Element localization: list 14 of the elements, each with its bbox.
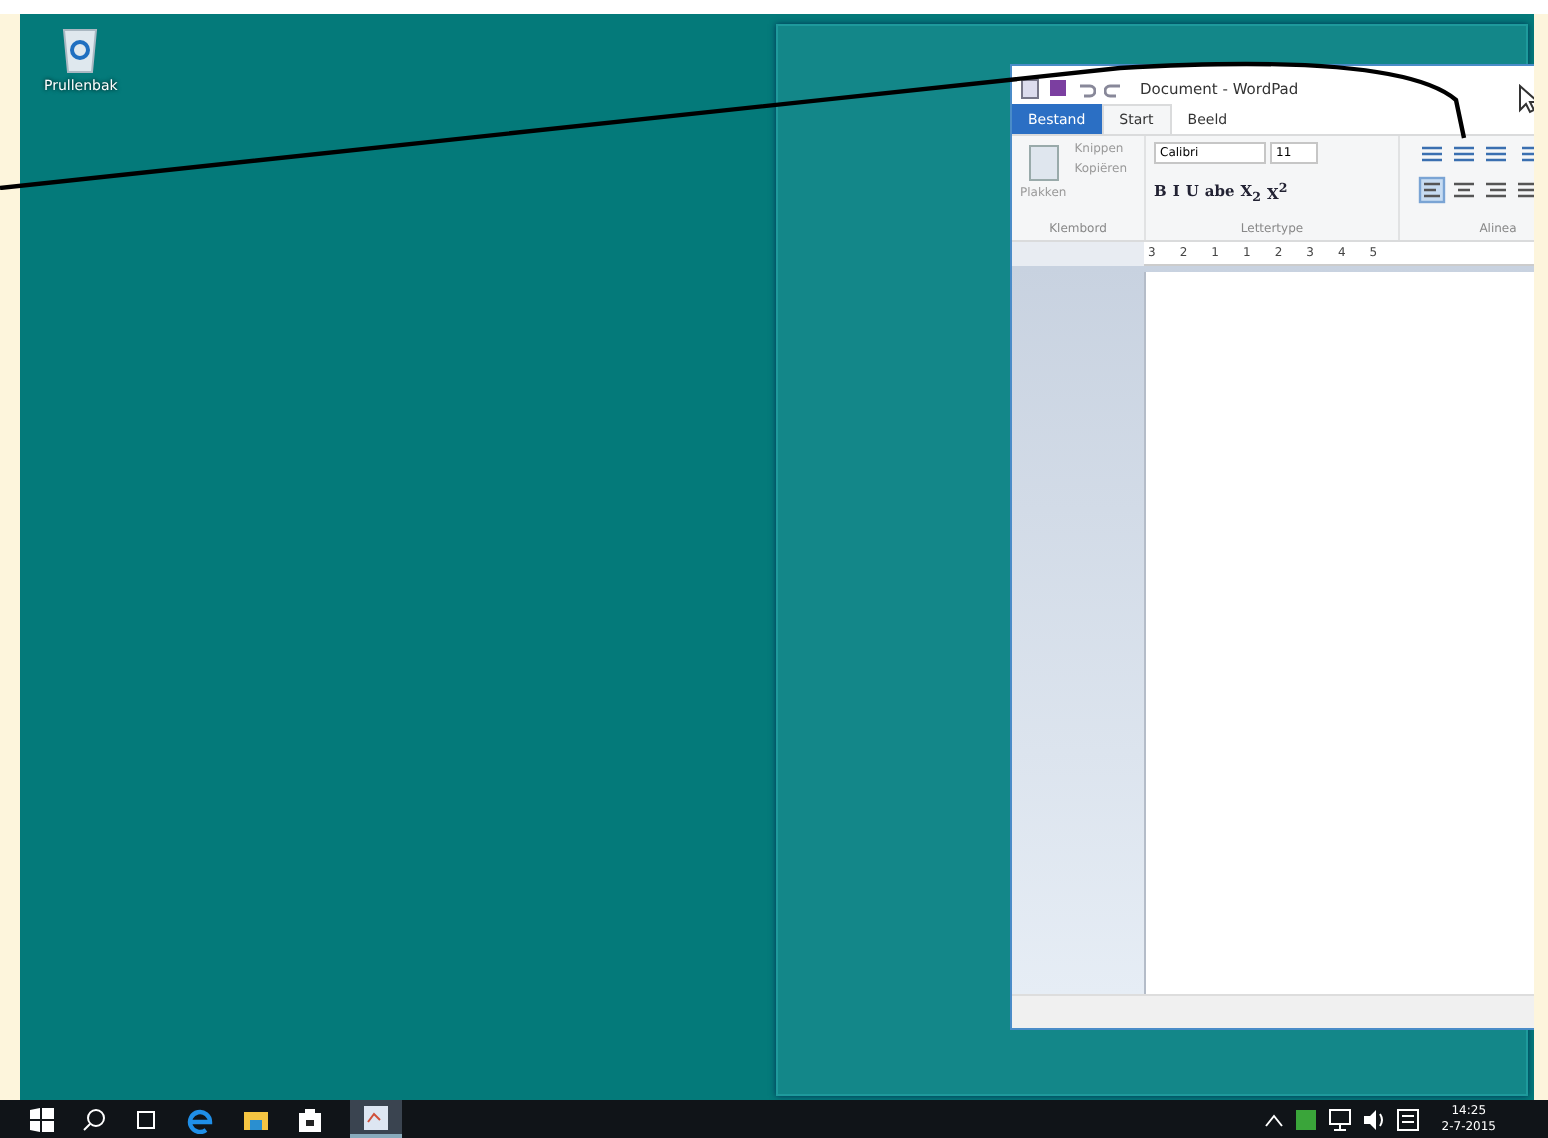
network-icon[interactable] bbox=[1293, 1107, 1318, 1131]
save-icon[interactable] bbox=[1048, 78, 1068, 98]
notification-icon[interactable] bbox=[1395, 1107, 1420, 1131]
speaker-icon[interactable] bbox=[1361, 1107, 1386, 1131]
search-icon[interactable] bbox=[82, 1107, 106, 1131]
chevron-up-icon[interactable] bbox=[1263, 1111, 1284, 1127]
monitor-icon[interactable] bbox=[1327, 1107, 1352, 1131]
windows-logo-icon[interactable] bbox=[30, 1107, 54, 1131]
task-view-icon[interactable] bbox=[134, 1107, 158, 1131]
clipboard-icon[interactable] bbox=[1027, 142, 1060, 182]
app-icon bbox=[1020, 77, 1040, 99]
shopping-bag-icon[interactable] bbox=[298, 1106, 322, 1132]
browser-e-icon[interactable] bbox=[186, 1105, 214, 1133]
folder-icon[interactable] bbox=[242, 1107, 270, 1131]
